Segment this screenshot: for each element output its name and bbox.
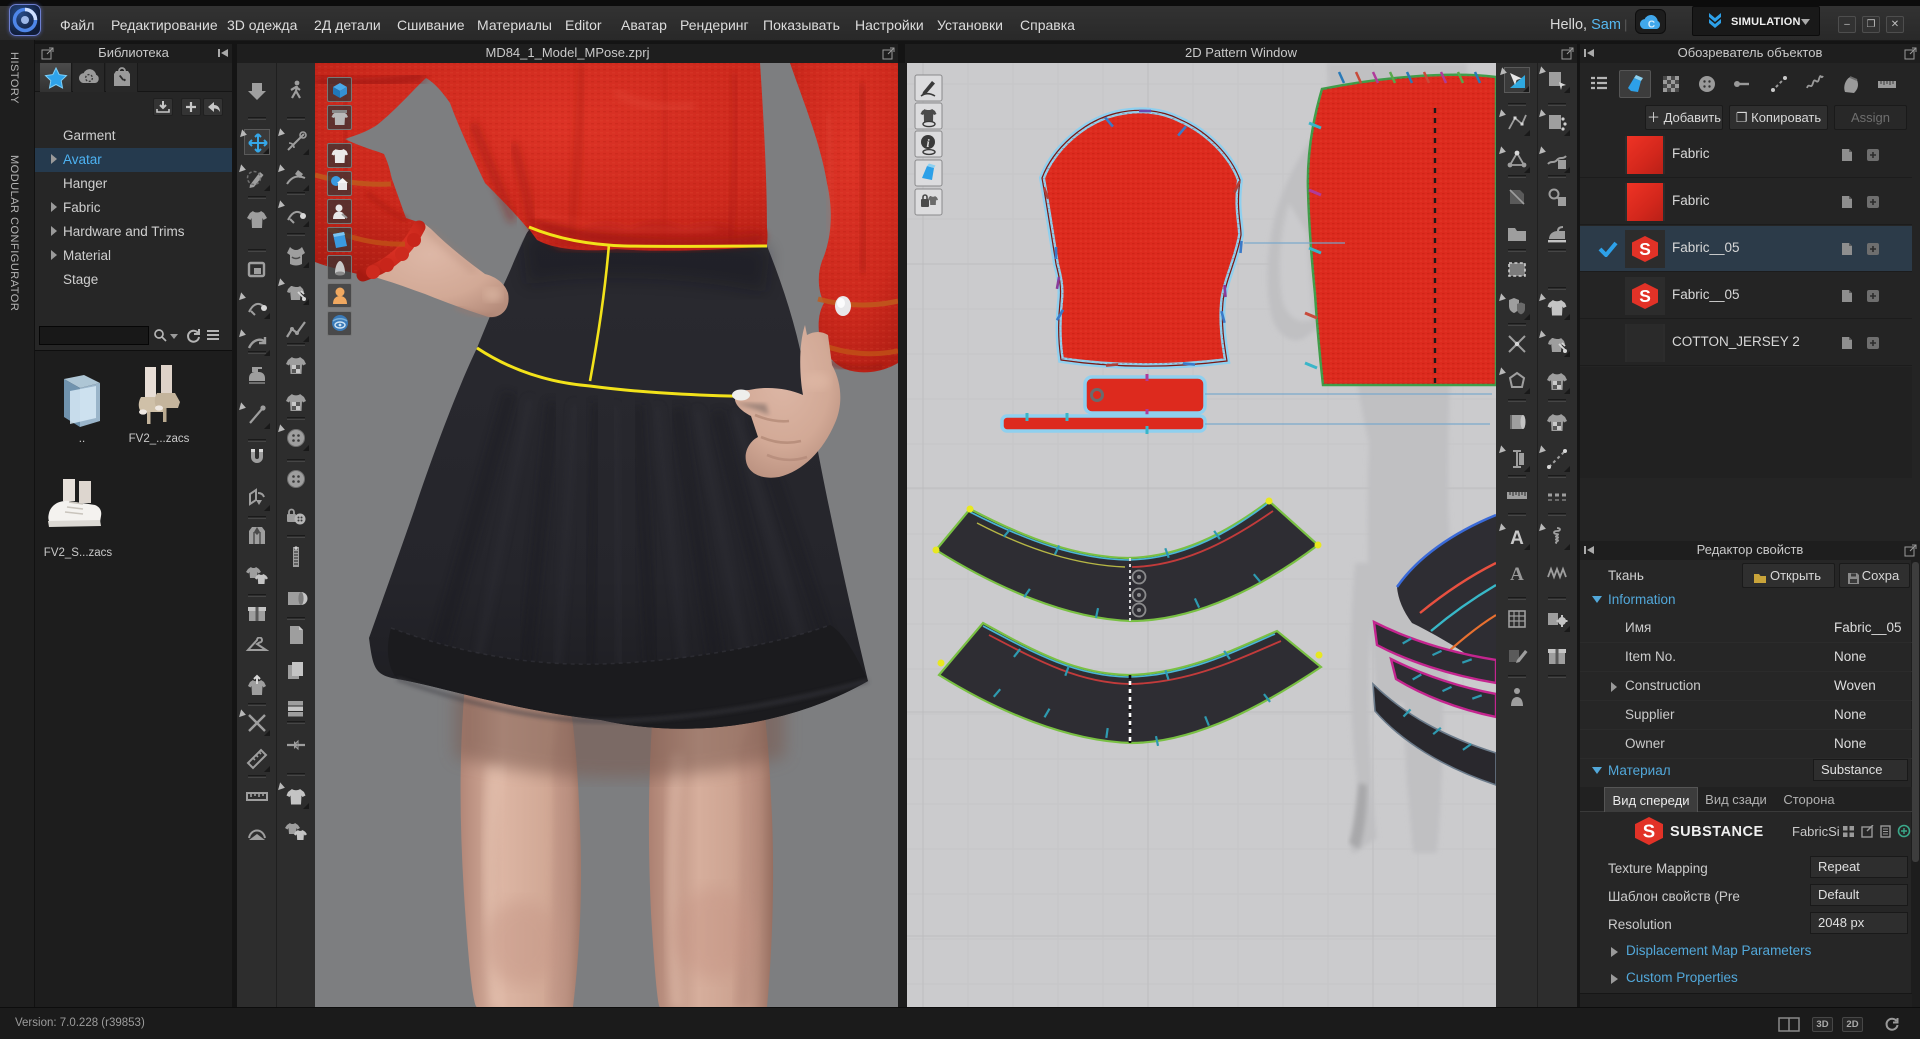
svg-text:S: S	[1639, 239, 1651, 259]
svg-text:A: A	[1510, 528, 1524, 549]
svg-text:S: S	[1643, 821, 1655, 842]
svg-text:SIMULATION: SIMULATION	[1731, 16, 1801, 28]
svg-text:C: C	[1648, 20, 1655, 31]
svg-text:A: A	[1510, 564, 1524, 585]
svg-text:S: S	[1639, 286, 1651, 306]
